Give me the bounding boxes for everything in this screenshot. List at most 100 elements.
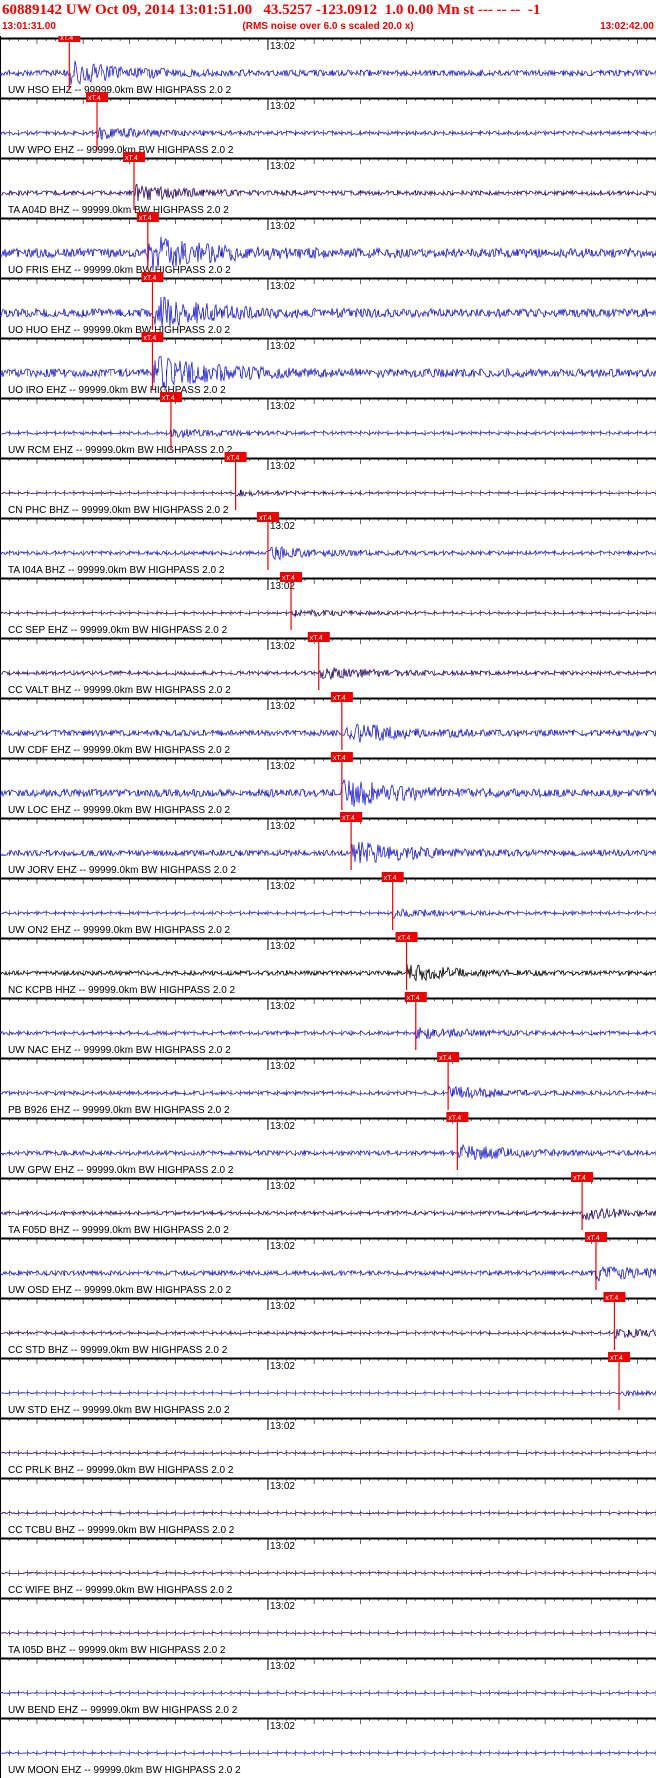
trace-label: TA F05D BHZ -- 99999.0km BW HIGHPASS 2.0… xyxy=(8,1225,229,1236)
trace-label: UW RCM EHZ -- 99999.0km BW HIGHPASS 2.0 … xyxy=(8,445,233,456)
pick-label: xT.4 xyxy=(605,1295,618,1302)
waveform-trace xyxy=(0,1328,656,1340)
pick-label: xT.4 xyxy=(282,575,295,582)
waveform-trace xyxy=(0,963,656,982)
trace-label: CC STD BHZ -- 99999.0km BW HIGHPASS 2.0 … xyxy=(8,1345,228,1356)
minute-tick-label: 13:02 xyxy=(270,1481,295,1492)
pick-label: xT.4 xyxy=(125,155,138,162)
minute-tick-label: 13:02 xyxy=(270,1001,295,1012)
trace-label: UW GPW EHZ -- 99999.0km BW HIGHPASS 2.0 … xyxy=(8,1165,234,1176)
waveform-trace xyxy=(0,60,656,85)
waveform-trace xyxy=(0,1571,656,1575)
event-title: 60889142 UW Oct 09, 2014 13:01:51.00 43.… xyxy=(2,2,541,18)
pick-label: xT.4 xyxy=(587,1235,600,1242)
minute-tick-label: 13:02 xyxy=(270,1361,295,1372)
trace-label: TA I05D BHZ -- 99999.0km BW HIGHPASS 2.0… xyxy=(8,1645,226,1656)
minute-tick-label: 13:02 xyxy=(270,401,295,412)
pick-label: xT.4 xyxy=(310,635,323,642)
minute-tick-label: 13:02 xyxy=(270,101,295,112)
minute-tick-label: 13:02 xyxy=(270,701,295,712)
pick-label: xT.4 xyxy=(398,935,411,942)
waveform-trace xyxy=(0,1143,656,1161)
waveform-trace xyxy=(0,723,656,743)
pick-label: xT.4 xyxy=(407,995,420,1002)
waveform-trace xyxy=(0,667,656,680)
minute-tick-label: 13:02 xyxy=(270,161,295,172)
trace-label: UW CDF EHZ -- 99999.0km BW HIGHPASS 2.0 … xyxy=(8,745,231,756)
minute-tick-label: 13:02 xyxy=(270,521,295,532)
trace-label: UW NAC EHZ -- 99999.0km BW HIGHPASS 2.0 … xyxy=(8,1045,231,1056)
waveform-trace xyxy=(0,489,656,497)
pick-label: xT.4 xyxy=(333,755,346,762)
pick-label: xT.4 xyxy=(573,1175,586,1182)
pick-label: xT.4 xyxy=(448,1115,461,1122)
pick-label: xT.4 xyxy=(384,875,397,882)
waveform-trace xyxy=(0,1389,656,1397)
trace-label: CC SEP EHZ -- 99999.0km BW HIGHPASS 2.0 … xyxy=(8,625,228,636)
minute-tick-label: 13:02 xyxy=(270,341,295,352)
trace-label: UW BEND EHZ -- 99999.0km BW HIGHPASS 2.0… xyxy=(8,1705,238,1716)
trace-label: UW ON2 EHZ -- 99999.0km BW HIGHPASS 2.0 … xyxy=(8,925,231,936)
trace-label: NC KCPB HHZ -- 99999.0km BW HIGHPASS 2.0… xyxy=(8,985,236,996)
waveform-trace xyxy=(0,1691,656,1695)
trace-label: PB B926 EHZ -- 99999.0km BW HIGHPASS 2.0… xyxy=(8,1105,230,1116)
trace-label: UW JORV EHZ -- 99999.0km BW HIGHPASS 2.0… xyxy=(8,865,236,876)
minute-tick-label: 13:02 xyxy=(270,461,295,472)
waveform-trace xyxy=(0,779,656,807)
trace-label: UO HUO EHZ -- 99999.0km BW HIGHPASS 2.0 … xyxy=(8,325,231,336)
pick-label: xT.4 xyxy=(60,36,73,42)
minute-tick-label: 13:02 xyxy=(270,1181,295,1192)
trace-label: CC PRLK BHZ -- 99999.0km BW HIGHPASS 2.0… xyxy=(8,1465,234,1476)
minute-tick-label: 13:02 xyxy=(270,821,295,832)
minute-tick-label: 13:02 xyxy=(270,641,295,652)
waveform-trace xyxy=(0,841,656,864)
minute-tick-label: 13:02 xyxy=(270,1241,295,1252)
seismogram-plot: 13:02 UW HSO EHZ -- 99999.0km BW HIGHPASS… xyxy=(0,36,656,1778)
pick-label: xT.4 xyxy=(139,215,152,222)
trace-label: TA A04D BHZ -- 99999.0km BW HIGHPASS 2.0… xyxy=(8,205,229,216)
pick-label: xT.4 xyxy=(439,1055,452,1062)
trace-label: TA I04A BHZ -- 99999.0km BW HIGHPASS 2.0… xyxy=(8,565,225,576)
minute-tick-label: 13:02 xyxy=(270,1721,295,1732)
waveform-trace xyxy=(0,1631,656,1635)
minute-tick-label: 13:02 xyxy=(270,281,295,292)
trace-label: CN PHC BHZ -- 99999.0km BW HIGHPASS 2.0 … xyxy=(8,505,229,516)
waveform-trace xyxy=(0,1027,656,1039)
waveform-trace xyxy=(0,296,656,328)
pick-label: xT.4 xyxy=(610,1355,623,1362)
minute-tick-label: 13:02 xyxy=(270,1421,295,1432)
waveform-trace xyxy=(0,1511,656,1515)
minute-tick-label: 13:02 xyxy=(270,1301,295,1312)
scaling-note: (RMS noise over 6.0 s scaled 20.0 x) xyxy=(242,21,414,32)
trace-label: UW HSO EHZ -- 99999.0km BW HIGHPASS 2.0 … xyxy=(8,85,232,96)
trace-label: CC WIFE BHZ -- 99999.0km BW HIGHPASS 2.0… xyxy=(8,1585,233,1596)
minute-tick-label: 13:02 xyxy=(270,941,295,952)
pick-label: xT.4 xyxy=(88,95,101,102)
pick-label: xT.4 xyxy=(227,455,240,462)
end-time-label: 13:02:42.00 xyxy=(600,21,654,32)
pick-label: xT.4 xyxy=(143,335,156,342)
trace-label: UW MOON EHZ -- 99999.0km BW HIGHPASS 2.0… xyxy=(8,1765,241,1776)
waveform-trace xyxy=(0,1451,656,1455)
waveform-trace xyxy=(0,127,656,141)
minute-tick-label: 13:02 xyxy=(270,761,295,772)
minute-tick-label: 13:02 xyxy=(270,881,295,892)
waveform-trace xyxy=(0,545,656,561)
minute-tick-label: 13:02 xyxy=(270,41,295,52)
trace-label: UW OSD EHZ -- 99999.0km BW HIGHPASS 2.0 … xyxy=(8,1285,232,1296)
minute-tick-label: 13:02 xyxy=(270,1061,295,1072)
minute-tick-label: 13:02 xyxy=(270,1601,295,1612)
minute-tick-label: 13:02 xyxy=(270,1121,295,1132)
trace-label: UO IRO EHZ -- 99999.0km BW HIGHPASS 2.0 … xyxy=(8,385,226,396)
trace-label: UW STD EHZ -- 99999.0km BW HIGHPASS 2.0 … xyxy=(8,1405,230,1416)
minute-tick-label: 13:02 xyxy=(270,1661,295,1672)
plot-header: 60889142 UW Oct 09, 2014 13:01:51.00 43.… xyxy=(0,0,656,36)
pick-label: xT.4 xyxy=(342,815,355,822)
trace-label: UW LOC EHZ -- 99999.0km BW HIGHPASS 2.0 … xyxy=(8,805,231,816)
waveform-trace xyxy=(0,428,656,439)
waveform-trace xyxy=(0,1085,656,1100)
waveform-trace xyxy=(0,1266,656,1282)
waveform-trace xyxy=(0,608,656,619)
trace-label: CC TCBU BHZ -- 99999.0km BW HIGHPASS 2.0… xyxy=(8,1525,235,1536)
minute-tick-label: 13:02 xyxy=(270,1541,295,1552)
